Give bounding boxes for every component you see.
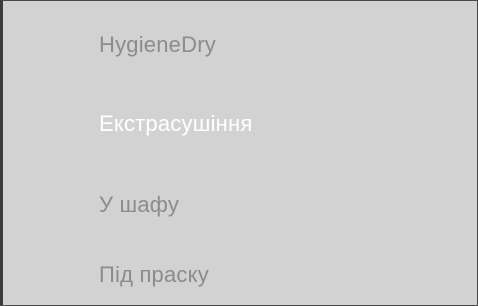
menu-item-hygienedry[interactable]: HygieneDry (99, 32, 216, 58)
menu-item-iron-dry[interactable]: Під праску (99, 262, 209, 288)
menu-item-extra-dry[interactable]: Екстрасушіння (99, 111, 252, 137)
dry-level-menu: HygieneDry Екстрасушіння У шафу Під прас… (0, 0, 478, 306)
menu-item-cupboard-dry[interactable]: У шафу (99, 192, 179, 218)
